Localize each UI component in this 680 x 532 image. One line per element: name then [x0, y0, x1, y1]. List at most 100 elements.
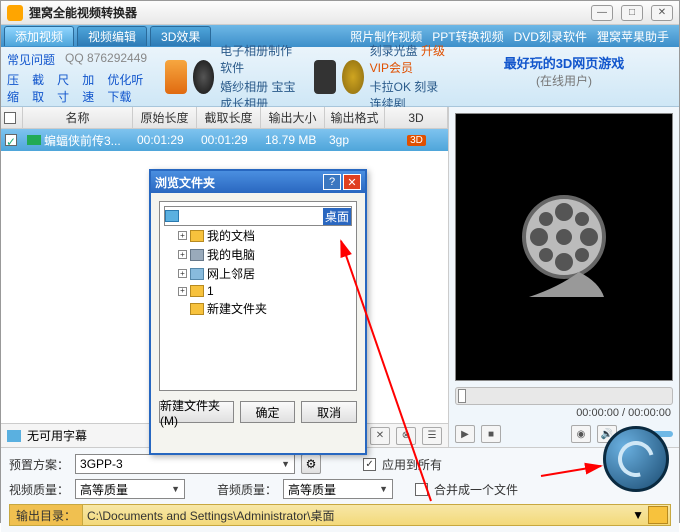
tab-video-edit[interactable]: 视频编辑 [77, 26, 147, 46]
cell-orig: 00:01:29 [133, 133, 197, 147]
convert-button[interactable] [603, 426, 669, 492]
link-photo-video[interactable]: 照片制作视频 [350, 28, 422, 45]
list-remove-button[interactable]: ✕ [370, 427, 390, 445]
app-icon [7, 5, 23, 21]
col-clip-len[interactable]: 截取长度 [197, 107, 261, 128]
refresh-icon [611, 434, 660, 483]
list-menu-button[interactable]: ☰ [422, 427, 442, 445]
browse-folder-dialog: 浏览文件夹 ? ✕ 桌面 +我的文档 +我的电脑 +网上邻居 +1 新建文件夹 … [149, 169, 367, 455]
row-checkbox[interactable]: ✓ [5, 134, 17, 146]
cell-clip: 00:01:29 [197, 133, 261, 147]
preset-select[interactable]: 3GPP-3 ▼ [75, 454, 295, 474]
expand-icon[interactable]: + [178, 250, 187, 259]
tree-new-folder[interactable]: 新建文件夹 [164, 299, 352, 318]
link-album-maker[interactable]: 电子相册制作软件 [220, 42, 298, 76]
new-folder-button[interactable]: 新建文件夹 (M) [159, 401, 234, 423]
dialog-close-button[interactable]: ✕ [343, 174, 361, 190]
col-name[interactable]: 名称 [23, 107, 133, 128]
ad-online: (在线用户) [455, 72, 673, 89]
link-apple-helper[interactable]: 狸窝苹果助手 [597, 28, 669, 45]
audio-quality-select[interactable]: 高等质量▼ [283, 479, 393, 499]
thumbnail-icon [27, 135, 41, 145]
folder-icon [190, 230, 204, 242]
col-out-fmt[interactable]: 输出格式 [325, 107, 385, 128]
apply-all-label: 应用到所有 [382, 456, 442, 473]
toolbar-mid: 电子相册制作软件 婚纱相册 宝宝成长相册 刻录光盘 升级VIP会员 卡拉OK 刻… [161, 47, 449, 106]
browse-folder-button[interactable] [648, 506, 668, 524]
tree-network[interactable]: +网上邻居 [164, 264, 352, 283]
expand-icon[interactable]: + [178, 287, 187, 296]
tree-desktop[interactable]: 桌面 [164, 206, 352, 226]
apply-all-checkbox[interactable]: ✓ [363, 458, 376, 471]
dialog-body: 桌面 +我的文档 +我的电脑 +网上邻居 +1 新建文件夹 新建文件夹 (M) … [151, 193, 365, 431]
play-button[interactable]: ▶ [455, 425, 475, 443]
reel-icon[interactable] [193, 60, 215, 94]
preset-value: 3GPP-3 [80, 457, 123, 471]
output-path[interactable]: C:\Documents and Settings\Administrator\… [83, 507, 632, 524]
cell-fmt: 3gp [325, 133, 385, 147]
time-display: 00:00:00 / 00:00:00 [449, 405, 679, 421]
titlebar: 狸窝全能视频转换器 — □ ✕ [1, 1, 679, 25]
merge-label: 合并成一个文件 [434, 481, 518, 498]
link-clip[interactable]: 截取 [32, 71, 51, 105]
chevron-down-icon: ▼ [281, 459, 290, 469]
chevron-down-icon: ▼ [171, 484, 180, 494]
audio-quality-label: 音频质量： [217, 481, 277, 498]
tree-folder-1[interactable]: +1 [164, 283, 352, 299]
list-clear-button[interactable]: ⊗ [396, 427, 416, 445]
seek-bar[interactable] [455, 387, 673, 405]
video-preview[interactable] [455, 113, 673, 381]
phone-icon[interactable] [314, 60, 336, 94]
chevron-down-icon[interactable]: ▼ [632, 508, 644, 522]
table-row[interactable]: ✓ 蝙蝠侠前传3... 00:01:29 00:01:29 18.79 MB 3… [1, 129, 448, 151]
link-dvd-burn[interactable]: DVD刻录软件 [514, 28, 587, 45]
seek-handle[interactable] [458, 389, 466, 403]
video-quality-label: 视频质量： [9, 481, 69, 498]
folder-tree[interactable]: 桌面 +我的文档 +我的电脑 +网上邻居 +1 新建文件夹 [159, 201, 357, 391]
link-burn-disc[interactable]: 刻录光盘 [370, 44, 418, 58]
disc-icon[interactable] [342, 60, 364, 94]
dialog-titlebar[interactable]: 浏览文件夹 ? ✕ [151, 171, 365, 193]
minimize-button[interactable]: — [591, 5, 613, 21]
link-optimize[interactable]: 优化听下载 [107, 71, 155, 105]
album-icon[interactable] [165, 60, 187, 94]
tab-3d-effect[interactable]: 3D效果 [150, 26, 211, 46]
stop-button[interactable]: ■ [481, 425, 501, 443]
table-header: 名称 原始长度 截取长度 输出大小 输出格式 3D [1, 107, 448, 129]
close-button[interactable]: ✕ [651, 5, 673, 21]
tree-my-computer[interactable]: +我的电脑 [164, 245, 352, 264]
3d-badge-icon[interactable]: 3D [407, 135, 426, 146]
dialog-help-button[interactable]: ? [323, 174, 341, 190]
output-dir-label: 输出目录： [10, 505, 83, 525]
col-3d[interactable]: 3D [385, 107, 448, 128]
ad-game[interactable]: 最好玩的3D网页游戏 [455, 53, 673, 72]
link-size[interactable]: 尺寸 [57, 71, 76, 105]
link-speed[interactable]: 加速 [82, 71, 101, 105]
link-compress[interactable]: 压缩 [7, 71, 26, 105]
video-quality-select[interactable]: 高等质量 ▼ [75, 479, 185, 499]
ok-button[interactable]: 确定 [240, 401, 296, 423]
link-faq[interactable]: 常见问题 [7, 51, 55, 68]
link-ppt-video[interactable]: PPT转换视频 [432, 28, 503, 45]
desktop-icon [165, 210, 179, 222]
app-title: 狸窝全能视频转换器 [29, 4, 591, 21]
film-reel-icon [509, 192, 619, 302]
cancel-button[interactable]: 取消 [301, 401, 357, 423]
bottom-panel: 预置方案： 3GPP-3▼ ⚙ ✓ 应用到所有 视频质量： 高等质量▼ 音频质量… [1, 447, 679, 532]
toolbar-right: 最好玩的3D网页游戏 (在线用户) [449, 47, 679, 106]
expand-icon[interactable]: + [178, 269, 187, 278]
col-out-size[interactable]: 输出大小 [261, 107, 325, 128]
cell-name: 蝙蝠侠前传3... [44, 132, 121, 149]
snapshot-button[interactable]: ◉ [571, 425, 591, 443]
preset-settings-button[interactable]: ⚙ [301, 454, 321, 474]
tree-my-documents[interactable]: +我的文档 [164, 226, 352, 245]
link-qq[interactable]: QQ 876292449 [65, 51, 147, 68]
expand-icon[interactable]: + [178, 231, 187, 240]
select-all-checkbox[interactable] [4, 112, 16, 124]
maximize-button[interactable]: □ [621, 5, 643, 21]
merge-checkbox[interactable] [415, 483, 428, 496]
video-quality-value: 高等质量 [80, 481, 128, 498]
preview-pane: 00:00:00 / 00:00:00 ▶ ■ ◉ 🔊 [449, 107, 679, 447]
tab-add-video[interactable]: 添加视频 [4, 26, 74, 46]
col-orig-len[interactable]: 原始长度 [133, 107, 197, 128]
